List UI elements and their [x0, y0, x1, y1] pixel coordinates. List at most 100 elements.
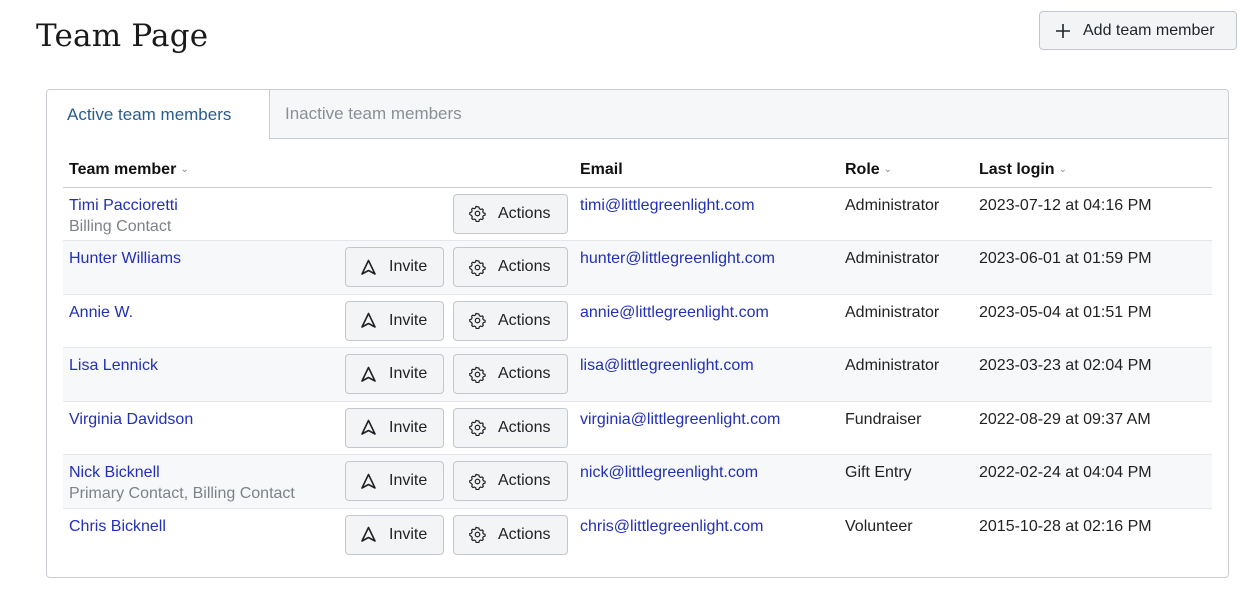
- gear-icon: [469, 526, 486, 543]
- row-actions-cell: Actions: [341, 187, 580, 241]
- last-login-cell: 2023-05-04 at 01:51 PM: [979, 294, 1212, 348]
- last-login-cell: 2015-10-28 at 02:16 PM: [979, 508, 1212, 562]
- role-cell: Administrator: [845, 187, 979, 241]
- plus-icon: [1056, 23, 1070, 38]
- invite-label: Invite: [389, 258, 428, 275]
- row-actions-cell: Invite Actions: [341, 241, 580, 295]
- gear-icon: [469, 312, 486, 329]
- email-link[interactable]: hunter@littlegreenlight.com: [580, 250, 775, 267]
- invite-label: Invite: [389, 418, 428, 436]
- role-cell: Gift Entry: [845, 455, 979, 509]
- invite-button[interactable]: Invite: [345, 247, 444, 287]
- table-row: Lisa Lennick Invite Actions lisa@littleg…: [63, 347, 1212, 402]
- member-contact-type: Primary Contact, Billing Contact: [69, 485, 295, 502]
- actions-button[interactable]: Actions: [453, 461, 568, 501]
- row-actions-cell: Invite Actions: [341, 508, 580, 562]
- last-login-text: 2015-10-28 at 02:16 PM: [979, 517, 1152, 535]
- gear-icon: [469, 419, 486, 436]
- member-cell: Lisa Lennick: [63, 348, 341, 402]
- email-link[interactable]: chris@littlegreenlight.com: [580, 518, 763, 535]
- actions-label: Actions: [498, 418, 551, 436]
- invite-button[interactable]: Invite: [345, 354, 444, 394]
- row-actions-cell: Invite Actions: [341, 348, 580, 402]
- invite-label: Invite: [389, 525, 428, 543]
- email-cell: virginia@littlegreenlight.com: [580, 401, 845, 455]
- send-icon: [361, 259, 376, 275]
- member-name-link[interactable]: Annie W.: [69, 304, 341, 322]
- table-row: Hunter Williams Invite Actions hunter@li…: [63, 240, 1212, 295]
- column-header-role[interactable]: Role ⌄: [845, 156, 979, 188]
- page-title: Team Page: [36, 18, 209, 54]
- actions-button[interactable]: Actions: [453, 514, 568, 555]
- invite-button[interactable]: Invite: [345, 461, 444, 501]
- actions-button[interactable]: Actions: [453, 354, 568, 394]
- invite-button[interactable]: Invite: [345, 514, 444, 555]
- member-name-link[interactable]: Chris Bicknell: [69, 518, 341, 536]
- invite-button[interactable]: Invite: [345, 407, 444, 448]
- column-header-buttons: [341, 156, 580, 188]
- tab-inactive-team-members[interactable]: Inactive team members: [270, 90, 1228, 139]
- add-team-member-button[interactable]: Add team member: [1039, 11, 1237, 50]
- actions-label: Actions: [498, 258, 551, 275]
- email-cell: annie@littlegreenlight.com: [580, 294, 845, 348]
- table-row: Nick Bicknell Primary Contact, Billing C…: [63, 454, 1212, 509]
- member-name-link[interactable]: Lisa Lennick: [69, 357, 341, 375]
- invite-button[interactable]: Invite: [345, 300, 444, 341]
- member-cell: Annie W.: [63, 294, 341, 348]
- actions-button[interactable]: Actions: [453, 407, 568, 448]
- gear-icon: [469, 366, 486, 383]
- table-body: Timi Paccioretti Billing Contact Actions…: [63, 187, 1212, 562]
- chevron-down-icon: ⌄: [180, 164, 189, 175]
- role-cell: Administrator: [845, 294, 979, 348]
- invite-label: Invite: [389, 311, 428, 329]
- gear-icon: [469, 259, 486, 276]
- email-cell: timi@littlegreenlight.com: [580, 187, 845, 241]
- add-team-member-label: Add team member: [1083, 21, 1215, 39]
- team-members-panel: Active team members Inactive team member…: [46, 89, 1229, 578]
- member-name-link[interactable]: Timi Paccioretti: [69, 197, 341, 215]
- member-cell: Chris Bicknell: [63, 508, 341, 562]
- email-link[interactable]: nick@littlegreenlight.com: [580, 464, 758, 481]
- column-header-label: Email: [580, 161, 623, 178]
- role-text: Fundraiser: [845, 410, 922, 428]
- last-login-cell: 2023-03-23 at 02:04 PM: [979, 348, 1212, 402]
- role-text: Gift Entry: [845, 464, 912, 481]
- role-text: Administrator: [845, 196, 940, 214]
- member-name-link[interactable]: Nick Bicknell: [69, 464, 341, 482]
- send-icon: [361, 526, 376, 542]
- member-cell: Timi Paccioretti Billing Contact: [63, 187, 341, 241]
- table-row: Chris Bicknell Invite Actions chris@litt…: [63, 508, 1212, 562]
- chevron-down-icon: ⌄: [1058, 164, 1067, 175]
- member-name-link[interactable]: Virginia Davidson: [69, 411, 341, 429]
- role-cell: Fundraiser: [845, 401, 979, 455]
- actions-button[interactable]: Actions: [453, 300, 568, 341]
- send-icon: [361, 366, 376, 382]
- table-header-row: Team member ⌄ Email Role ⌄ Last login ⌄: [63, 156, 1212, 188]
- email-cell: chris@littlegreenlight.com: [580, 508, 845, 562]
- row-actions-cell: Invite Actions: [341, 455, 580, 509]
- tab-active-team-members[interactable]: Active team members: [47, 90, 270, 139]
- table-row: Virginia Davidson Invite Actions virgini…: [63, 401, 1212, 455]
- column-header-team-member[interactable]: Team member ⌄: [63, 156, 341, 188]
- role-text: Administrator: [845, 250, 940, 267]
- column-header-last-login[interactable]: Last login ⌄: [979, 156, 1212, 188]
- role-text: Administrator: [845, 303, 940, 321]
- actions-label: Actions: [498, 204, 551, 222]
- tab-bar: Active team members Inactive team member…: [47, 90, 1228, 139]
- gear-icon: [469, 473, 486, 490]
- last-login-cell: 2023-06-01 at 01:59 PM: [979, 241, 1212, 295]
- actions-button[interactable]: Actions: [453, 247, 568, 287]
- table-row: Annie W. Invite Actions annie@littlegree…: [63, 294, 1212, 348]
- column-header-label: Last login: [979, 161, 1055, 178]
- member-name-link[interactable]: Hunter Williams: [69, 250, 341, 268]
- email-link[interactable]: annie@littlegreenlight.com: [580, 304, 769, 321]
- email-link[interactable]: virginia@littlegreenlight.com: [580, 411, 780, 428]
- last-login-cell: 2022-08-29 at 09:37 AM: [979, 401, 1212, 455]
- email-link[interactable]: lisa@littlegreenlight.com: [580, 357, 754, 374]
- column-header-email: Email: [580, 156, 845, 188]
- actions-button[interactable]: Actions: [453, 193, 568, 234]
- last-login-text: 2022-08-29 at 09:37 AM: [979, 410, 1151, 428]
- actions-label: Actions: [498, 311, 551, 329]
- email-link[interactable]: timi@littlegreenlight.com: [580, 197, 755, 214]
- last-login-text: 2022-02-24 at 04:04 PM: [979, 464, 1152, 481]
